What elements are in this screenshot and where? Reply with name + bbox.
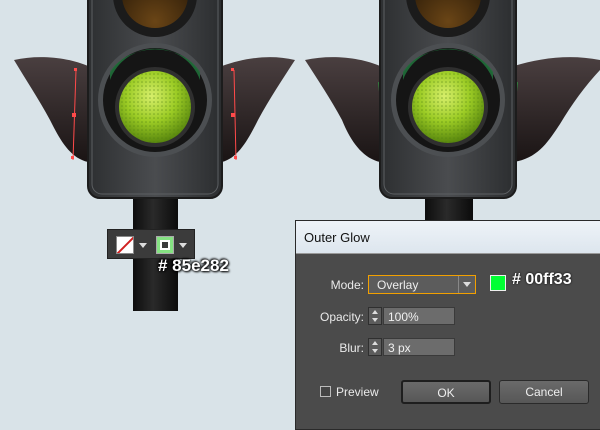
stepper-up-icon[interactable] xyxy=(372,310,378,314)
opacity-input[interactable]: 100% xyxy=(383,307,455,325)
mode-label: Mode: xyxy=(330,278,364,292)
chevron-down-icon[interactable] xyxy=(179,243,187,248)
opacity-label: Opacity: xyxy=(319,310,364,324)
dialog-body: Mode: Overlay # 00ff33 Opacity: 100% Blu… xyxy=(296,254,600,429)
cancel-button[interactable]: Cancel xyxy=(499,380,589,404)
ok-button[interactable]: OK xyxy=(401,380,491,404)
opacity-stepper[interactable] xyxy=(368,307,382,325)
blur-label: Blur: xyxy=(339,341,364,355)
blur-stepper[interactable] xyxy=(368,338,382,356)
none-fill-swatch-icon[interactable] xyxy=(116,236,134,254)
dialog-title: Outer Glow xyxy=(304,230,370,245)
chevron-down-icon[interactable] xyxy=(139,243,147,248)
preview-label: Preview xyxy=(336,385,379,399)
glow-color-swatch[interactable] xyxy=(490,275,506,291)
preview-checkbox[interactable] xyxy=(320,386,331,397)
swatch-hex-label: # 85e282 xyxy=(158,256,229,275)
glow-color-hex: # 00ff33 xyxy=(512,271,572,288)
stroke-swatch-icon[interactable] xyxy=(156,236,174,254)
stepper-up-icon[interactable] xyxy=(372,341,378,345)
chevron-down-icon[interactable] xyxy=(458,276,475,293)
stepper-down-icon[interactable] xyxy=(372,349,378,353)
mode-value: Overlay xyxy=(377,278,419,292)
stepper-down-icon[interactable] xyxy=(372,318,378,322)
outer-glow-dialog: Outer Glow Mode: Overlay # 00ff33 Opacit… xyxy=(295,220,600,430)
mode-select[interactable]: Overlay xyxy=(368,275,476,294)
blur-input[interactable]: 3 px xyxy=(383,338,455,356)
swatch-toolbar xyxy=(107,229,195,259)
left-traffic-light xyxy=(14,0,295,311)
dialog-titlebar[interactable]: Outer Glow xyxy=(296,221,600,254)
